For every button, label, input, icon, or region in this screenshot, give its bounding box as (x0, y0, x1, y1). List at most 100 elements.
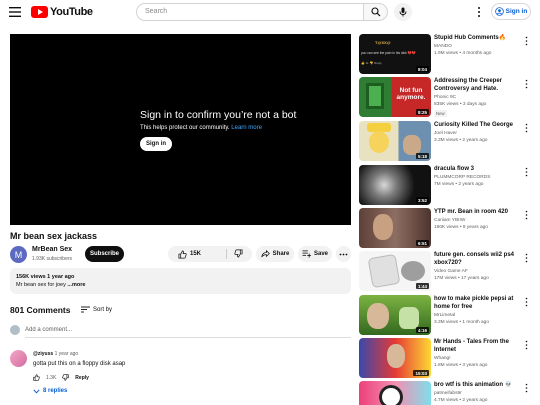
subscriber-count: 1.93K subscribers (32, 256, 73, 262)
save-icon (302, 250, 311, 258)
more-vert-icon[interactable] (524, 383, 529, 393)
bot-check-subtitle-text: This helps protect our community. (140, 125, 230, 131)
rec-item[interactable]: T@XX@ you can see the pain in his dick 💔… (359, 34, 539, 76)
subscribe-button[interactable]: Subscribe (85, 246, 124, 262)
rec-title[interactable]: Curiosity Killed The George (434, 121, 526, 129)
rec-channel[interactable]: PLUMMCORP RECORDS (434, 175, 490, 180)
rec-title[interactable]: Addressing the Creeper Controversy and H… (434, 77, 526, 93)
search-button[interactable] (363, 3, 388, 21)
rec-title[interactable]: Mr Hands - Tales From the Internet (434, 338, 526, 354)
add-comment-input[interactable]: Add a comment... (25, 327, 72, 333)
comment-count: 801 Comments (10, 305, 71, 315)
rec-title[interactable]: how to make pickle pepsi at home for fre… (434, 295, 526, 311)
rec-title[interactable]: future gen. consels wii2 ps4 xbox720? (434, 251, 526, 267)
player-sign-in-button[interactable]: Sign in (140, 137, 172, 151)
share-button[interactable]: Share (256, 246, 294, 262)
rec-channel[interactable]: patmeifabs9r (434, 391, 462, 396)
view-replies-button[interactable]: 8 replies (33, 388, 67, 394)
like-icon[interactable] (33, 374, 40, 381)
like-icon[interactable] (178, 250, 187, 259)
more-vert-icon[interactable] (524, 210, 529, 220)
voice-search-button[interactable] (394, 3, 412, 21)
rec-channel[interactable]: Whang! (434, 356, 451, 361)
comment-avatar[interactable] (10, 350, 27, 367)
description-box[interactable]: 156K views 1 year ago Mr bean sex for jo… (10, 268, 351, 294)
video-thumbnail[interactable]: Not fun anymore. 8:25 (359, 77, 431, 117)
more-link[interactable]: ...more (67, 282, 85, 288)
more-vert-icon[interactable] (524, 297, 529, 307)
rec-meta: 17M views • 17 years ago (434, 276, 489, 281)
more-vert-icon[interactable] (524, 340, 529, 350)
new-badge: New (434, 110, 447, 117)
save-button[interactable]: Save (298, 246, 332, 262)
more-vert-icon[interactable] (524, 253, 529, 263)
video-thumbnail[interactable]: 5:18 (359, 121, 431, 161)
rec-meta: 1.8M views • 3 years ago (434, 363, 488, 368)
comment-like-count: 1.3K (46, 374, 57, 381)
account-icon (494, 7, 504, 16)
rec-item[interactable]: 4:16 how to make pickle pepsi at home fo… (359, 295, 539, 337)
rec-meta: 1.9M views • 4 months ago (434, 51, 492, 56)
video-thumbnail[interactable]: 4:16 (359, 295, 431, 335)
duration-badge: 8:25 (415, 109, 429, 115)
rec-item[interactable]: 6:51 YTP mr. Bean in room 420 Cariiam YB… (359, 208, 539, 250)
video-thumbnail[interactable]: 3:52 (359, 165, 431, 205)
video-thumbnail[interactable]: 1:44 (359, 251, 431, 291)
like-count[interactable]: 15K (190, 251, 201, 257)
rec-item[interactable]: 1:44 future gen. consels wii2 ps4 xbox72… (359, 251, 539, 293)
rec-meta: 3.3M views • 2 years ago (434, 138, 488, 143)
rec-title[interactable]: bro wtf is this animation 💀 (434, 381, 526, 389)
rec-channel[interactable]: Video Game AF (434, 269, 468, 274)
rec-meta: 7M views • 2 years ago (434, 182, 484, 187)
rec-channel[interactable]: Phonic 9C (434, 95, 456, 100)
share-icon (261, 250, 270, 258)
duration-badge: 6:51 (415, 240, 429, 246)
duration-badge: 4:16 (415, 327, 429, 333)
rec-title[interactable]: dracula flow 3 (434, 165, 526, 173)
duration-badge: 5:18 (415, 153, 429, 159)
rec-title[interactable]: Stupid Hub Comments🔥 (434, 34, 526, 42)
youtube-play-icon (31, 6, 48, 18)
more-vert-icon[interactable] (524, 36, 529, 46)
rec-channel[interactable]: MrLimetal (434, 313, 455, 318)
more-vert-icon[interactable] (524, 79, 529, 89)
duration-badge: 3:52 (415, 197, 429, 203)
sort-by-button[interactable]: Sort by (81, 306, 112, 313)
bot-check-subtitle: This helps protect our community. Learn … (140, 125, 262, 131)
channel-avatar[interactable]: M (10, 246, 27, 263)
rec-channel[interactable]: Joel Haver (434, 131, 457, 136)
video-thumbnail[interactable]: 6:51 (359, 208, 431, 248)
duration-badge: 15:03 (413, 370, 429, 376)
rec-item[interactable]: bro wtf is this animation 💀 patmeifabs9r… (359, 381, 539, 405)
video-player[interactable]: Sign in to confirm you’re not a bot This… (10, 34, 351, 225)
dislike-icon[interactable] (234, 249, 243, 258)
video-thumbnail[interactable]: 15:03 (359, 338, 431, 378)
video-thumbnail[interactable]: T@XX@ you can see the pain in his dick 💔… (359, 34, 431, 74)
rec-item[interactable]: Not fun anymore. 8:25 Addressing the Cre… (359, 77, 539, 119)
comment-header: @ziyuss 1 year ago (33, 351, 78, 357)
learn-more-link[interactable]: Learn more (231, 125, 262, 131)
sign-in-label: Sign in (505, 8, 528, 15)
description-text: Mr bean sex for joey (16, 282, 66, 288)
video-thumbnail[interactable] (359, 381, 431, 405)
more-vert-icon[interactable] (524, 123, 529, 133)
search-input[interactable]: Search (136, 3, 364, 21)
settings-more-icon[interactable] (476, 6, 482, 18)
more-vert-icon[interactable] (524, 167, 529, 177)
more-actions-button[interactable] (336, 246, 351, 262)
youtube-logo[interactable]: YouTube (31, 6, 93, 18)
comment-author[interactable]: @ziyuss (33, 351, 53, 357)
dislike-icon[interactable] (62, 374, 69, 381)
menu-icon[interactable] (9, 6, 23, 18)
rec-item[interactable]: 15:03 Mr Hands - Tales From the Internet… (359, 338, 539, 380)
thumbnail-text: Not fun anymore. (396, 87, 426, 101)
rec-title[interactable]: YTP mr. Bean in room 420 (434, 208, 526, 216)
rec-item[interactable]: 5:18 Curiosity Killed The George Joel Ha… (359, 121, 539, 163)
sign-in-button[interactable]: Sign in (491, 3, 531, 20)
channel-name[interactable]: MrBean Sex (32, 246, 72, 253)
rec-channel[interactable]: Cariiam YBIIW (434, 218, 465, 223)
rec-channel[interactable]: MANDO (434, 44, 452, 49)
rec-item[interactable]: 3:52 dracula flow 3 PLUMMCORP RECORDS 7M… (359, 165, 539, 207)
duration-badge: 1:44 (415, 283, 429, 289)
reply-button[interactable]: Reply (75, 375, 89, 381)
